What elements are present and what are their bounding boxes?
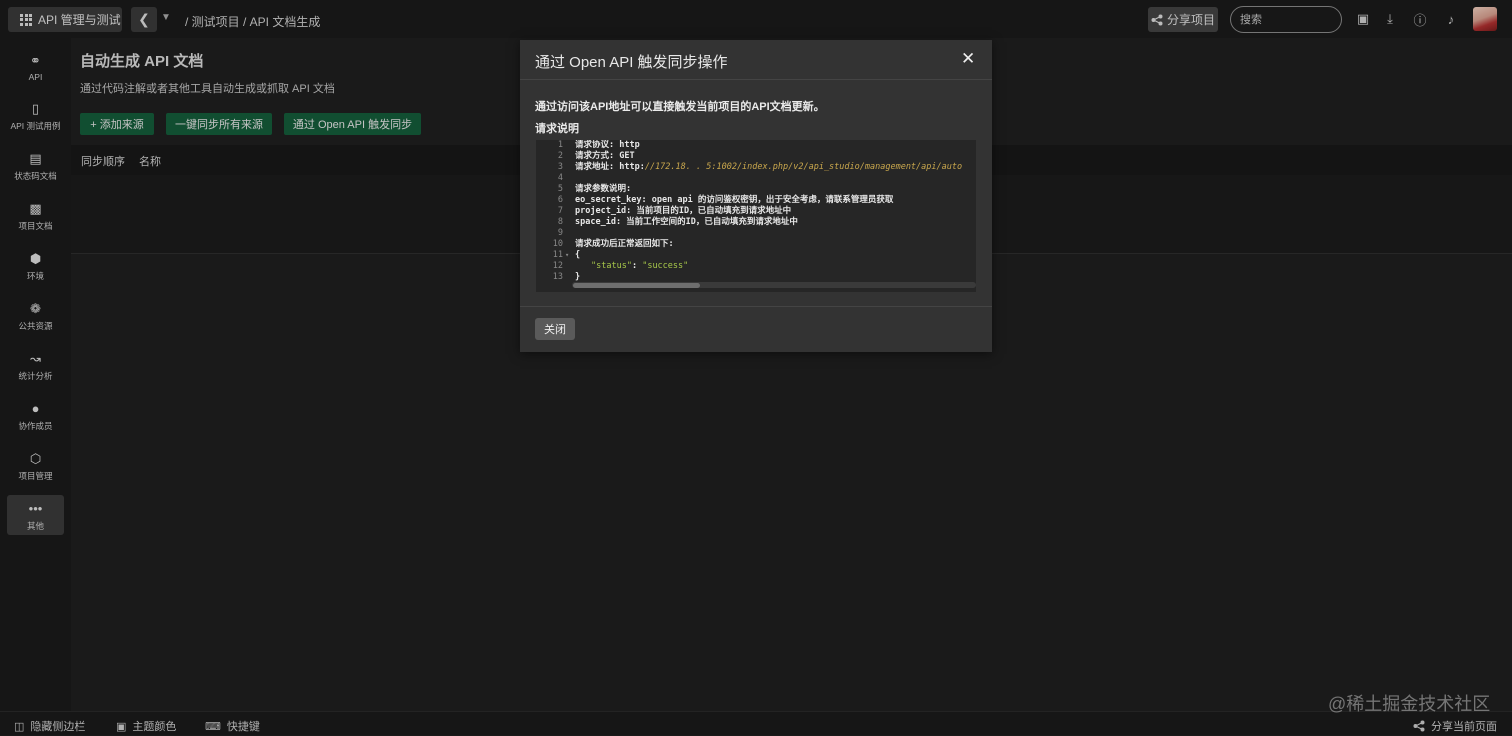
line-number: 1 — [557, 140, 563, 150]
open-api-sync-dialog: 通过 Open API 触发同步操作 ✕ 通过访问该API地址可以直接触发当前项… — [520, 40, 992, 352]
request-url: //172.18. . 5:1002/index.php/v2/api_stud… — [644, 162, 963, 172]
code-text: 请求地址: http://172.18. . 5:1002/index.php/… — [575, 162, 962, 173]
json-key: "status" — [591, 261, 632, 271]
code-text: space_id: 当前工作空间的ID，已自动填充到请求地址中 — [575, 217, 798, 227]
code-text: { — [575, 250, 581, 260]
code-text: 请求参数说明: — [575, 184, 632, 194]
line-number: 6 — [557, 195, 563, 205]
line-number: 3 — [557, 162, 563, 172]
code-line: 12 "status": "success" — [536, 261, 976, 272]
line-number: 12 — [552, 261, 563, 271]
code-line: 6 eo_secret_key: open api 的访问鉴权密钥，出于安全考虑，… — [536, 195, 976, 206]
scrollbar-thumb[interactable] — [573, 283, 700, 288]
code-line: 10 请求成功后正常返回如下: — [536, 239, 976, 250]
code-line: 1 请求协议: http — [536, 140, 976, 151]
code-text-prefix: 请求地址: http: — [575, 162, 645, 172]
line-number: 5 — [557, 184, 563, 194]
dialog-intro-text: 通过访问该API地址可以直接触发当前项目的API文档更新。 — [535, 101, 825, 113]
json-separator: : — [631, 261, 643, 271]
fold-toggle-icon[interactable]: ▾ — [565, 250, 569, 261]
line-number: 10 — [552, 239, 563, 249]
code-line: 2 请求方式: GET — [536, 151, 976, 162]
line-number: 9 — [557, 228, 563, 238]
dialog-footer-divider — [520, 306, 992, 307]
close-icon[interactable]: ✕ — [961, 49, 975, 69]
code-text: eo_secret_key: open api 的访问鉴权密钥，出于安全考虑，请… — [575, 195, 894, 205]
code-line: 3 请求地址: http://172.18. . 5:1002/index.php… — [536, 162, 976, 173]
line-number: 4 — [557, 173, 563, 183]
request-description-heading: 请求说明 — [535, 123, 579, 135]
code-text: project_id: 当前项目的ID，已自动填充到请求地址中 — [575, 206, 792, 216]
line-number: 11 — [552, 250, 563, 260]
code-line: 7 project_id: 当前项目的ID，已自动填充到请求地址中 — [536, 206, 976, 217]
json-value: "success" — [642, 261, 689, 271]
code-line: 8 space_id: 当前工作空间的ID，已自动填充到请求地址中 — [536, 217, 976, 228]
code-text: 请求协议: http — [575, 140, 640, 150]
line-number: 13 — [552, 272, 563, 282]
code-text: 请求成功后正常返回如下: — [575, 239, 674, 249]
code-line: 5 请求参数说明: — [536, 184, 976, 195]
code-line: 4 — [536, 173, 976, 184]
code-line: 11 ▾ { — [536, 250, 976, 261]
line-number: 7 — [557, 206, 563, 216]
code-text: "status": "success" — [591, 261, 688, 272]
line-number: 8 — [557, 217, 563, 227]
close-button[interactable]: 关闭 — [535, 318, 575, 340]
line-number: 2 — [557, 151, 563, 161]
code-line: 9 — [536, 228, 976, 239]
code-text: 请求方式: GET — [575, 151, 635, 161]
dialog-divider — [520, 79, 992, 80]
dialog-title: 通过 Open API 触发同步操作 — [535, 54, 728, 71]
code-editor[interactable]: 1 请求协议: http 2 请求方式: GET 3 请求地址: http://172… — [536, 140, 976, 292]
